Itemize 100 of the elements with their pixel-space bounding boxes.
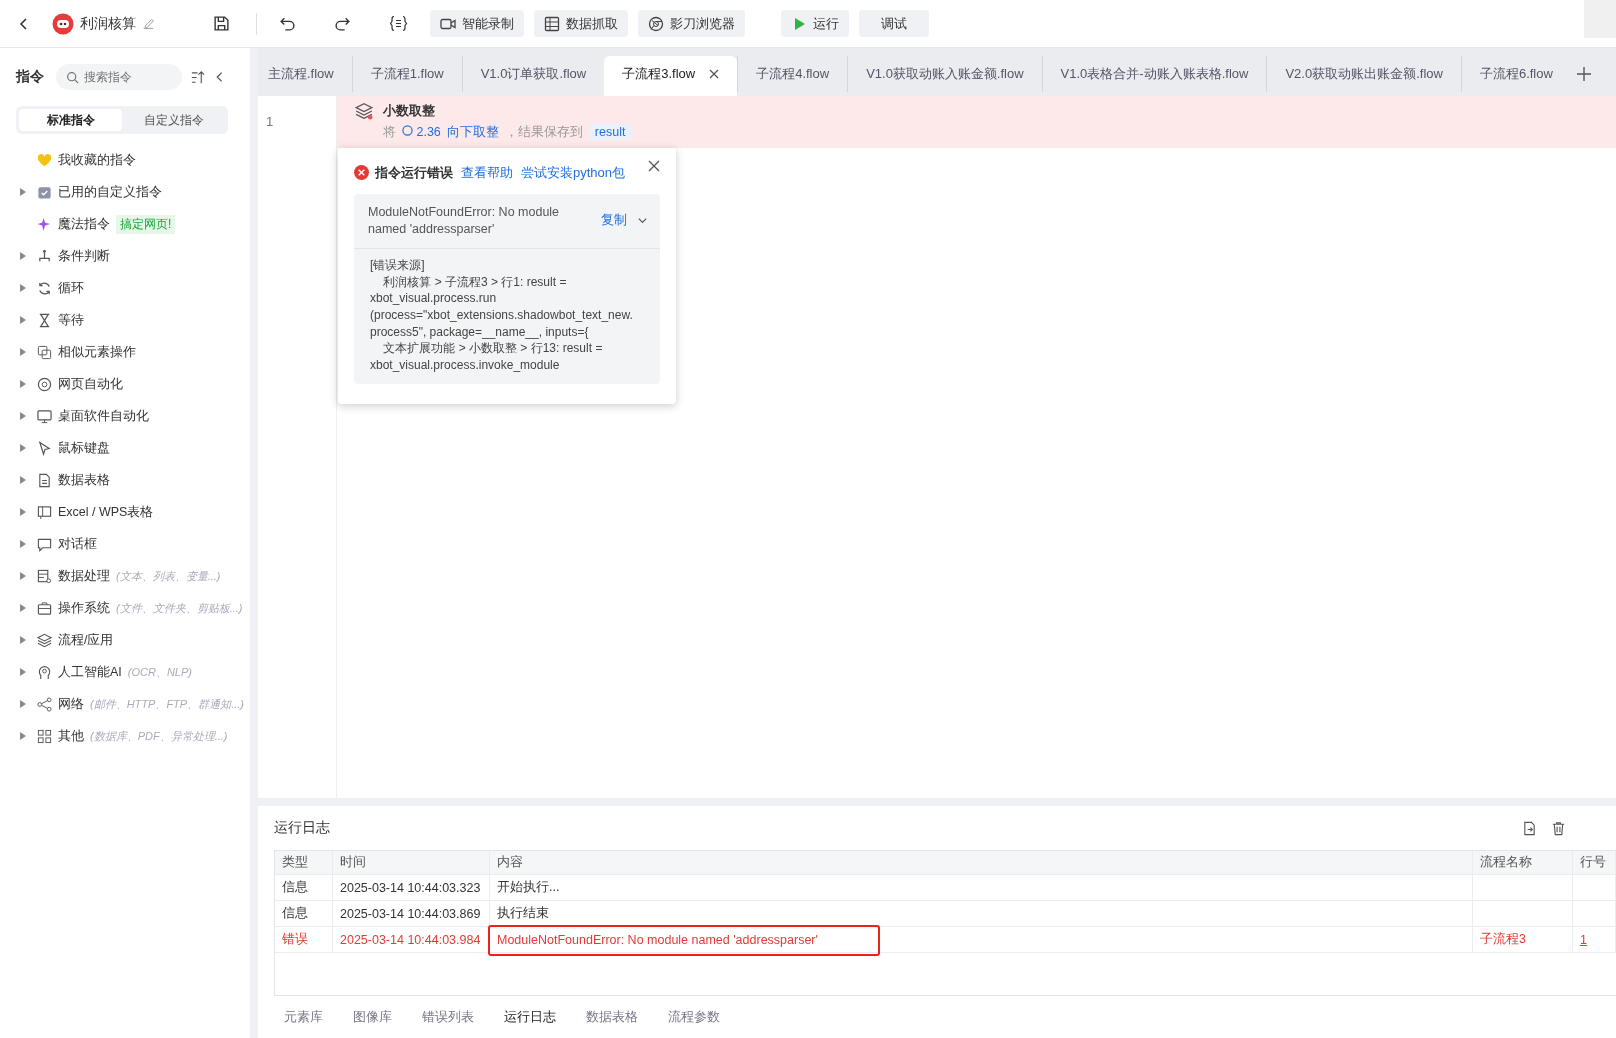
table-cell: 2025-03-14 10:44:03.869: [340, 906, 481, 921]
toolbar-button[interactable]: 调试: [859, 10, 929, 37]
heart-icon: [37, 152, 52, 168]
panel-tab[interactable]: 运行日志: [504, 1008, 556, 1026]
code-braces-icon[interactable]: [389, 15, 408, 32]
close-icon[interactable]: [709, 68, 720, 79]
command-category[interactable]: 操作系统: [58, 599, 110, 617]
expand-arrow-icon[interactable]: [20, 604, 26, 612]
command-category[interactable]: 数据处理: [58, 567, 110, 585]
search-field[interactable]: 搜索指令: [56, 64, 182, 90]
command-category[interactable]: 鼠标键盘: [58, 439, 110, 457]
trash-icon[interactable]: [1551, 820, 1566, 836]
category-hint: (文件、文件夹、剪贴板...): [116, 600, 243, 616]
command-category[interactable]: 条件判断: [58, 247, 110, 265]
copies-icon: [37, 344, 52, 360]
command-title: 小数取整: [383, 101, 436, 120]
monitor-icon: [37, 408, 52, 424]
file-tab[interactable]: 子流程3.flow: [604, 55, 738, 96]
command-row[interactable]: 小数取整 将 2.36 向下取整 ，结果保存到 result: [337, 95, 1616, 148]
command-category[interactable]: 桌面软件自动化: [58, 407, 149, 425]
copy-link[interactable]: 复制: [601, 212, 627, 230]
panel-tab[interactable]: 流程参数: [668, 1008, 720, 1026]
globe-icon: [37, 376, 52, 392]
command-category[interactable]: 网络: [58, 695, 84, 713]
option-token: 向下取整: [446, 123, 499, 141]
toolbar-button[interactable]: 影刀浏览器: [638, 10, 745, 37]
command-category[interactable]: 流程/应用: [58, 631, 114, 649]
add-tab-icon[interactable]: [1576, 66, 1591, 81]
log-row[interactable]: 信息 2025-03-14 10:44:03.869 执行结束: [275, 901, 1616, 927]
popup-title: 指令运行错误: [375, 163, 453, 182]
category-hint: (OCR、NLP): [127, 664, 192, 680]
help-link[interactable]: 查看帮助: [461, 163, 513, 182]
toolbar-button[interactable]: 数据抓取: [534, 10, 628, 37]
command-category[interactable]: 其他: [58, 727, 84, 745]
table-cell: 信息: [282, 905, 308, 922]
chat-icon: [37, 536, 52, 552]
error-message: ModuleNotFoundError: No module named 'addressparser': [368, 203, 561, 238]
file-tab[interactable]: 子流程4.flow: [737, 55, 848, 92]
file-tab[interactable]: 子流程6.flow: [1460, 55, 1571, 92]
export-icon[interactable]: [1522, 820, 1537, 836]
toolbar-button[interactable]: 运行: [781, 10, 849, 37]
command-category[interactable]: 魔法指令: [58, 215, 110, 233]
expand-arrow-icon[interactable]: [20, 508, 26, 516]
segment-tab[interactable]: 自定义指令: [122, 109, 225, 131]
expand-arrow-icon[interactable]: [20, 476, 26, 484]
command-text: ，结果保存到: [504, 123, 583, 141]
log-row[interactable]: 信息 2025-03-14 10:44:03.323 开始执行...: [275, 875, 1616, 901]
command-category[interactable]: 数据表格: [58, 471, 110, 489]
expand-arrow-icon[interactable]: [20, 348, 26, 356]
expand-arrow-icon[interactable]: [20, 188, 26, 196]
category-hint: (数据库、PDF、异常处理...): [90, 728, 228, 744]
table-icon: [544, 15, 560, 32]
expand-arrow-icon[interactable]: [20, 444, 26, 452]
expand-arrow-icon[interactable]: [20, 380, 26, 388]
command-category[interactable]: 人工智能AI: [58, 663, 122, 681]
file-tab[interactable]: V1.0表格合并-动账入账表格.flow: [1041, 55, 1267, 92]
panel-tab[interactable]: 图像库: [353, 1008, 392, 1026]
sort-icon[interactable]: [190, 69, 205, 85]
command-category[interactable]: 等待: [58, 311, 84, 329]
help-link[interactable]: 尝试安装python包: [521, 163, 626, 182]
segment-tab[interactable]: 标准指令: [19, 109, 122, 131]
expand-arrow-icon[interactable]: [20, 252, 26, 260]
panel-tab[interactable]: 数据表格: [586, 1008, 638, 1026]
expand-arrow-icon[interactable]: [20, 700, 26, 708]
expand-arrow-icon[interactable]: [20, 316, 26, 324]
expand-arrow-icon[interactable]: [20, 668, 26, 676]
line-link[interactable]: 1: [1580, 932, 1587, 947]
command-category[interactable]: Excel / WPS表格: [58, 503, 154, 521]
expand-arrow-icon[interactable]: [20, 284, 26, 292]
head-icon: [37, 664, 52, 680]
save-icon[interactable]: [213, 15, 230, 32]
layers-icon: [355, 101, 373, 120]
expand-arrow-icon[interactable]: [20, 572, 26, 580]
variable-tag: result: [588, 124, 632, 141]
file-tab[interactable]: V2.0获取动账出账金额.flow: [1266, 55, 1461, 92]
project-title: 利润核算: [80, 14, 136, 33]
log-row[interactable]: 错误 2025-03-14 10:44:03.984 ModuleNotFoundError: No module named 'addressparser' 子流程3 1: [275, 927, 1616, 953]
file-tab[interactable]: 子流程1.flow: [351, 55, 462, 92]
file-tab[interactable]: 主流程.flow: [258, 55, 352, 92]
expand-arrow-icon[interactable]: [20, 540, 26, 548]
undo-icon[interactable]: [279, 15, 296, 32]
table-cell: 2025-03-14 10:44:03.323: [340, 880, 481, 895]
expand-arrow-icon[interactable]: [20, 412, 26, 420]
command-category[interactable]: 对话框: [58, 535, 97, 553]
expand-arrow-icon[interactable]: [20, 636, 26, 644]
command-category[interactable]: 循环: [58, 279, 84, 297]
close-icon[interactable]: [648, 159, 660, 172]
command-category[interactable]: 已用的自定义指令: [58, 183, 162, 201]
expand-arrow-icon[interactable]: [20, 732, 26, 740]
command-category[interactable]: 相似元素操作: [58, 343, 136, 361]
panel-tab[interactable]: 错误列表: [422, 1008, 474, 1026]
redo-icon[interactable]: [334, 15, 351, 32]
pencil-icon[interactable]: [142, 17, 155, 30]
panel-tab[interactable]: 元素库: [284, 1008, 323, 1026]
command-category[interactable]: 网页自动化: [58, 375, 123, 393]
toolbar-button[interactable]: 智能录制: [430, 10, 524, 37]
command-category[interactable]: 我收藏的指令: [58, 151, 136, 169]
file-tab[interactable]: V1.0获取动账入账金额.flow: [847, 55, 1042, 92]
table-cell: 信息: [282, 879, 308, 896]
panel-title: 运行日志: [274, 819, 331, 837]
